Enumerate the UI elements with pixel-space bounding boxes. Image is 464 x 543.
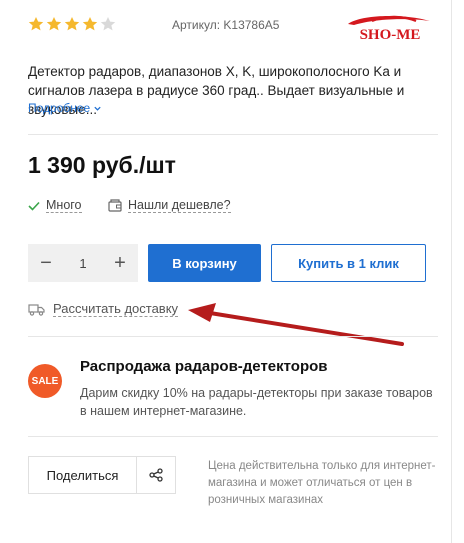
found-cheaper-link[interactable]: Нашли дешевле?: [108, 198, 231, 213]
share-icon: [149, 468, 163, 482]
star-filled-icon: [82, 16, 98, 31]
more-link[interactable]: Подробнее: [28, 101, 102, 115]
share-control: Поделиться: [28, 456, 176, 494]
quantity-plus-button[interactable]: +: [110, 252, 130, 274]
brand-logo: SHO-ME: [348, 15, 430, 43]
star-empty-icon: [100, 16, 116, 31]
calculate-delivery-label: Рассчитать доставку: [53, 301, 179, 317]
divider-middle: [28, 336, 438, 337]
star-filled-icon: [46, 16, 62, 31]
found-cheaper-label: Нашли дешевле?: [128, 198, 231, 213]
divider-top: [28, 134, 438, 135]
chevron-down-icon: [94, 106, 101, 111]
check-icon: [28, 201, 40, 211]
stock-status: Много: [28, 198, 82, 213]
share-button[interactable]: Поделиться: [29, 457, 137, 493]
article-number: Артикул: K13786A5: [172, 18, 280, 32]
promo-title[interactable]: Распродажа радаров-детекторов: [80, 358, 328, 375]
promo-text: Дарим скидку 10% на радары-детекторы при…: [80, 386, 433, 418]
wallet-icon: [108, 199, 122, 212]
share-icon-button[interactable]: [137, 457, 175, 493]
sale-badge: SALE: [28, 364, 62, 398]
rating-stars: [28, 16, 116, 32]
brand-logo-text: SHO-ME: [360, 27, 421, 43]
calculate-delivery-link[interactable]: Рассчитать доставку: [28, 301, 179, 317]
quantity-stepper: − 1 +: [28, 244, 138, 282]
star-filled-icon: [28, 16, 44, 31]
price-disclaimer: Цена действительна только для интернет-м…: [208, 460, 436, 506]
buy-one-click-button[interactable]: Купить в 1 клик: [271, 244, 426, 282]
stock-label: Много: [46, 198, 82, 213]
divider-bottom: [28, 436, 438, 437]
add-to-cart-button[interactable]: В корзину: [148, 244, 261, 282]
truck-icon: [28, 303, 45, 316]
product-price: 1 390 руб./шт: [28, 152, 176, 178]
quantity-value[interactable]: 1: [79, 256, 86, 271]
more-link-label: Подробнее: [28, 101, 91, 115]
star-filled-icon: [64, 16, 80, 31]
panel-right-border: [451, 0, 452, 543]
product-meta-row: Артикул: K13786A5 SHO-ME: [28, 14, 438, 44]
annotation-arrow: [188, 303, 404, 346]
quantity-minus-button[interactable]: −: [36, 252, 56, 274]
